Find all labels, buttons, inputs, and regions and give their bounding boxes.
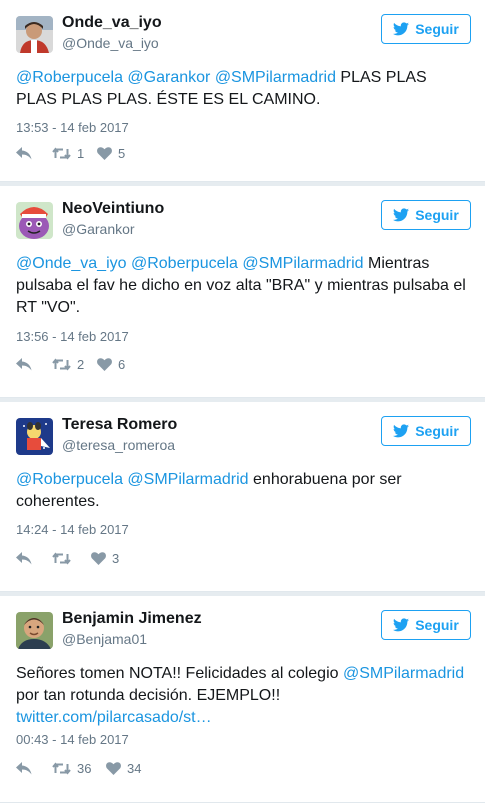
retweet-count: 1	[77, 146, 85, 161]
user-fullname[interactable]: Benjamin Jimenez	[62, 609, 202, 629]
tweet-text: @Roberpucela @Garankor @SMPilarmadrid PL…	[16, 69, 427, 108]
tweet-card: NeoVeintiuno @Garankor Seguir @Onde_va_i…	[0, 186, 485, 398]
tweet-actions: 36 34	[16, 761, 141, 776]
follow-label: Seguir	[415, 21, 459, 37]
tweet-card: Onde_va_iyo @Onde_va_iyo Seguir @Roberpu…	[0, 0, 485, 182]
retweet-count: 36	[77, 761, 92, 776]
like-button[interactable]: 34	[106, 761, 141, 776]
heart-icon	[97, 147, 112, 160]
reply-icon	[16, 762, 32, 775]
mention-link[interactable]: @Onde_va_iyo	[16, 255, 127, 272]
retweet-icon	[52, 762, 71, 775]
twitter-bird-icon	[393, 208, 410, 222]
tweet-text: Señores tomen NOTA!! Felicidades al cole…	[16, 665, 465, 726]
reply-button[interactable]	[16, 358, 52, 371]
like-count: 3	[112, 551, 120, 566]
twitter-bird-icon	[393, 618, 410, 632]
avatar[interactable]	[16, 16, 53, 53]
avatar[interactable]	[16, 202, 53, 239]
like-count: 6	[118, 357, 126, 372]
mention-link[interactable]: @SMPilarmadrid	[127, 471, 248, 488]
follow-label: Seguir	[415, 207, 459, 223]
user-handle[interactable]: @Benjama01	[62, 630, 202, 648]
tweet-timestamp[interactable]: 13:53 - 14 feb 2017	[16, 120, 129, 135]
tweet-card: Benjamin Jimenez @Benjama01 Seguir Señor…	[0, 596, 485, 803]
retweet-button[interactable]: 1	[52, 146, 97, 161]
like-count: 5	[118, 146, 126, 161]
heart-icon	[97, 358, 112, 371]
like-count: 34	[127, 761, 142, 776]
retweet-button[interactable]: 36	[52, 761, 106, 776]
retweet-icon	[52, 552, 71, 565]
retweet-count: 2	[77, 357, 85, 372]
tweet-actions: 1 5	[16, 146, 125, 161]
retweet-icon	[52, 358, 71, 371]
follow-button[interactable]: Seguir	[381, 14, 471, 44]
mention-link[interactable]: @SMPilarmadrid	[343, 665, 464, 682]
avatar[interactable]	[16, 612, 53, 649]
tweet-actions: 2 6	[16, 357, 125, 372]
user-fullname[interactable]: NeoVeintiuno	[62, 199, 164, 219]
like-button[interactable]: 5	[97, 146, 125, 161]
reply-icon	[16, 147, 32, 160]
like-button[interactable]: 6	[97, 357, 125, 372]
follow-label: Seguir	[415, 423, 459, 439]
tweet-actions: 3	[16, 551, 119, 566]
reply-icon	[16, 552, 32, 565]
user-handle[interactable]: @teresa_romeroa	[62, 436, 177, 454]
tweet-card: Teresa Romero @teresa_romeroa Seguir @Ro…	[0, 402, 485, 592]
url-link[interactable]: twitter.com/pilarcasado/st…	[16, 709, 212, 726]
user-fullname[interactable]: Onde_va_iyo	[62, 13, 162, 33]
mention-link[interactable]: @Roberpucela	[131, 255, 238, 272]
retweet-icon	[52, 147, 71, 160]
follow-button[interactable]: Seguir	[381, 200, 471, 230]
follow-button[interactable]: Seguir	[381, 610, 471, 640]
mention-link[interactable]: @Garankor	[127, 69, 210, 86]
tweet-feed: Onde_va_iyo @Onde_va_iyo Seguir @Roberpu…	[0, 0, 485, 803]
user-fullname[interactable]: Teresa Romero	[62, 415, 177, 435]
follow-label: Seguir	[415, 617, 459, 633]
heart-icon	[106, 762, 121, 775]
avatar[interactable]	[16, 418, 53, 455]
like-button[interactable]: 3	[91, 551, 119, 566]
retweet-button[interactable]	[52, 552, 91, 565]
mention-link[interactable]: @Roberpucela	[16, 471, 123, 488]
tweet-timestamp[interactable]: 00:43 - 14 feb 2017	[16, 732, 129, 747]
twitter-bird-icon	[393, 424, 410, 438]
heart-icon	[91, 552, 106, 565]
tweet-text: @Roberpucela @SMPilarmadrid enhorabuena …	[16, 471, 402, 510]
user-handle[interactable]: @Garankor	[62, 220, 164, 238]
follow-button[interactable]: Seguir	[381, 416, 471, 446]
tweet-timestamp[interactable]: 13:56 - 14 feb 2017	[16, 329, 129, 344]
twitter-bird-icon	[393, 22, 410, 36]
tweet-text: @Onde_va_iyo @Roberpucela @SMPilarmadrid…	[16, 255, 466, 316]
user-handle[interactable]: @Onde_va_iyo	[62, 34, 162, 52]
retweet-button[interactable]: 2	[52, 357, 97, 372]
reply-button[interactable]	[16, 762, 52, 775]
reply-button[interactable]	[16, 552, 52, 565]
mention-link[interactable]: @SMPilarmadrid	[242, 255, 363, 272]
mention-link[interactable]: @SMPilarmadrid	[215, 69, 336, 86]
reply-icon	[16, 358, 32, 371]
mention-link[interactable]: @Roberpucela	[16, 69, 123, 86]
tweet-timestamp[interactable]: 14:24 - 14 feb 2017	[16, 522, 129, 537]
reply-button[interactable]	[16, 147, 52, 160]
